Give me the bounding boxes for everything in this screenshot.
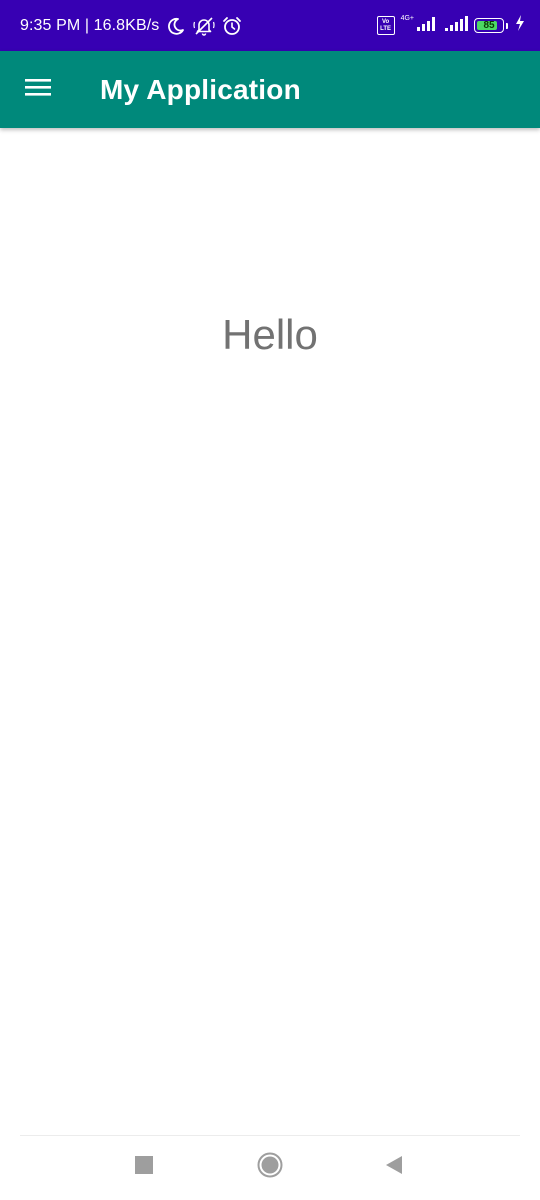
status-bar-left: 9:35 PM | 16.8KB/s: [20, 0, 243, 51]
status-bar-right: Vo LTE 4G+ 85: [376, 0, 526, 51]
app-title: My Application: [100, 73, 301, 105]
network-type-label: 4G+: [400, 15, 414, 22]
back-triangle-icon: [384, 1155, 404, 1180]
volte-icon: Vo LTE: [376, 16, 395, 35]
home-circle-icon: [257, 1152, 283, 1183]
signal-icon: [444, 15, 468, 36]
charging-icon: [514, 14, 526, 37]
muted-bell-icon: [193, 15, 215, 37]
recents-button[interactable]: [122, 1145, 166, 1189]
volte-label-top: Vo: [381, 18, 390, 25]
signal-icon: [416, 15, 438, 36]
recents-square-icon: [135, 1155, 153, 1179]
nav-divider: [20, 1135, 520, 1136]
phone-screen: 9:35 PM | 16.8KB/s Vo LTE 4G+ 85 My Appl…: [0, 0, 540, 1200]
status-time-and-speed: 9:35 PM | 16.8KB/s: [20, 16, 160, 34]
status-bar: 9:35 PM | 16.8KB/s Vo LTE 4G+ 85: [0, 0, 540, 51]
greeting-text: Hello: [222, 311, 318, 358]
battery-icon: 85: [474, 18, 504, 33]
alarm-icon: [221, 15, 243, 37]
battery-nub: [506, 22, 508, 29]
moon-icon: [165, 15, 187, 37]
battery-level: 85: [483, 19, 495, 31]
home-button[interactable]: [248, 1145, 292, 1189]
volte-label-bottom: LTE: [380, 25, 391, 32]
app-toolbar: My Application: [0, 51, 540, 128]
menu-button[interactable]: [14, 65, 62, 113]
back-button[interactable]: [372, 1145, 416, 1189]
menu-icon: [25, 77, 51, 102]
